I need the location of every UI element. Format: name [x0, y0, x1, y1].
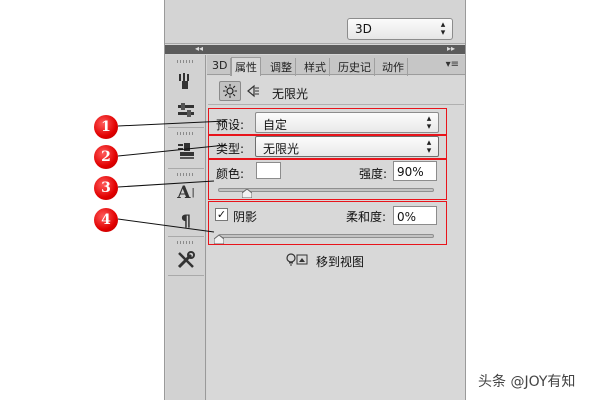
annotation-marker-2: 2 — [94, 145, 118, 169]
watermark: 头条 @JOY有知 — [478, 374, 576, 390]
annotation-leaders — [117, 120, 227, 233]
annotation-marker-4: 4 — [94, 208, 118, 232]
annotation-marker-1: 1 — [94, 115, 118, 139]
annotation-marker-3: 3 — [94, 176, 118, 200]
